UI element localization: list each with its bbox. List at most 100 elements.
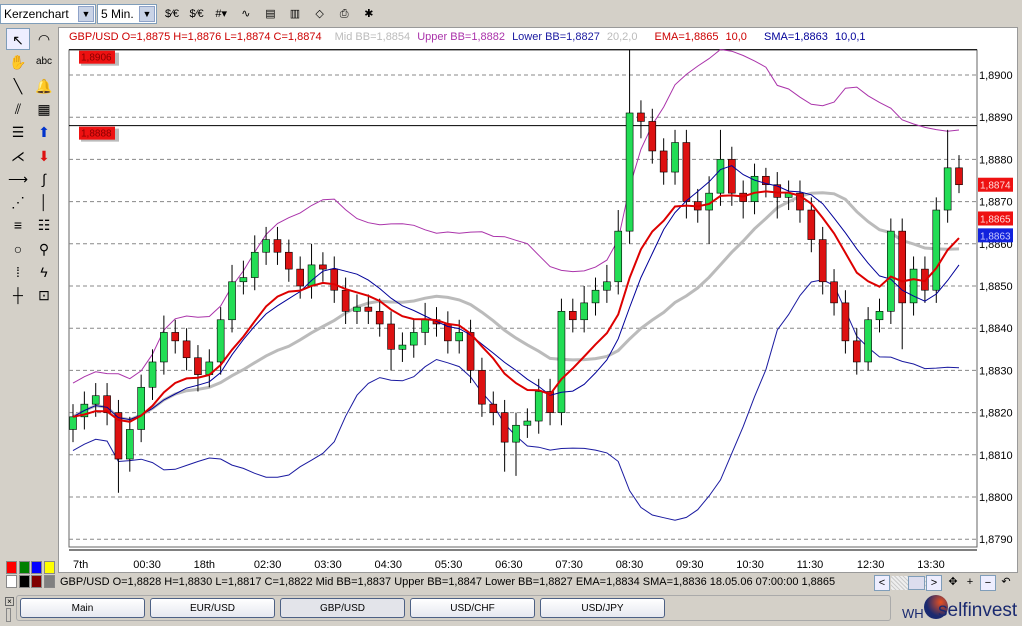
tab-usd-jpy[interactable]: USD/JPY — [540, 598, 665, 618]
lightning-icon[interactable]: ϟ — [32, 261, 56, 283]
candle-body — [614, 230, 623, 283]
candle-body — [262, 239, 270, 253]
scroll-right-button[interactable]: > — [926, 575, 942, 591]
wh-selfinvest-logo: WH selfinvest — [900, 593, 1018, 623]
y-tick-label: 1,8890 — [979, 112, 1013, 124]
candle-body — [887, 230, 895, 312]
fan-icon[interactable]: ⋌ — [6, 145, 30, 167]
candle-body — [932, 209, 941, 291]
gann-fan-icon[interactable]: ⋰ — [6, 191, 30, 213]
wave-icon[interactable]: ∫ — [32, 168, 56, 190]
candle-body — [682, 142, 691, 202]
candle-body — [330, 268, 339, 291]
price-label-text: 1,8888 — [81, 129, 112, 140]
y-tick-label: 1,8810 — [979, 450, 1013, 462]
candle-body — [659, 150, 668, 173]
zoom-window-icon[interactable]: ⊡ — [32, 284, 56, 306]
x-tick-label: 12:30 — [857, 559, 885, 571]
sell-arrow-icon[interactable]: ⬇ — [32, 145, 56, 167]
x-tick-label: 09:30 — [676, 559, 704, 571]
chart-panel[interactable]: GBP/USD O=1,8875 H=1,8876 L=1,8874 C=1,8… — [58, 27, 1018, 573]
line-icon[interactable]: ╲ — [6, 75, 30, 97]
parallel-lines-icon[interactable]: ⫽ — [6, 98, 30, 120]
pointer-icon[interactable]: ↖ — [6, 28, 30, 50]
candle-body — [875, 311, 884, 321]
chevron-down-icon[interactable]: ▼ — [78, 6, 94, 22]
chart-template-icon[interactable]: ▥ — [284, 4, 306, 24]
fibonacci-icon[interactable]: ≡ — [6, 214, 30, 236]
circle-icon[interactable]: ○ — [6, 238, 30, 260]
print-icon[interactable]: ⎙ — [333, 4, 355, 24]
interval-select[interactable]: 5 Min. ▼ — [97, 4, 157, 24]
tab-eur-usd[interactable]: EUR/USD — [150, 598, 275, 618]
candle-body — [319, 264, 327, 270]
scrollbar-thumb[interactable] — [908, 576, 925, 590]
tab-main[interactable]: Main — [20, 598, 145, 618]
candle-body — [671, 142, 679, 173]
hand-icon[interactable]: ✋ — [6, 51, 30, 73]
candlestick-chart[interactable]: 1,89001,88901,88801,88701,88601,88501,88… — [59, 28, 1019, 574]
candle-body — [500, 412, 509, 443]
price-label-text: 1,8906 — [81, 53, 112, 64]
y-tick-label: 1,8840 — [979, 323, 1013, 335]
indicator-icon[interactable]: ∿ — [235, 4, 257, 24]
x-tick-label: 11:30 — [797, 559, 824, 571]
bell-icon[interactable]: 🔔 — [32, 75, 56, 97]
fibonacci-extension-icon[interactable]: ☷ — [32, 214, 56, 236]
zoom-in-button[interactable]: + — [962, 575, 978, 591]
color-swatch[interactable] — [6, 561, 17, 574]
candle-body — [807, 209, 816, 240]
vertical-line-icon[interactable]: │ — [32, 191, 56, 213]
candle-body — [955, 167, 963, 186]
dollar-euro-alt-icon[interactable]: $⁄€ — [186, 4, 208, 24]
color-swatch[interactable] — [6, 575, 17, 588]
price-tag-text: 1,8865 — [980, 214, 1011, 225]
horizontal-ray-icon[interactable]: ⟶ — [6, 168, 30, 190]
horizontal-lines-icon[interactable]: ☰ — [6, 121, 30, 143]
color-swatch[interactable] — [31, 575, 42, 588]
candle-body — [728, 159, 736, 194]
move-icon[interactable]: ✥ — [945, 575, 961, 591]
candle-body — [250, 251, 259, 278]
buy-arrow-icon[interactable]: ⬆ — [32, 121, 56, 143]
candle-body — [91, 395, 100, 405]
tab-usd-chf[interactable]: USD/CHF — [410, 598, 535, 618]
candle-body — [296, 268, 304, 287]
grid-icon[interactable]: #▾ — [210, 4, 232, 24]
candle-body — [239, 277, 248, 283]
zoom-out-button[interactable]: − — [980, 575, 996, 591]
calculator-icon[interactable]: ▦ — [32, 98, 56, 120]
y-tick-label: 1,8900 — [979, 70, 1013, 82]
close-icon[interactable]: × — [5, 597, 14, 606]
candle-body — [591, 289, 600, 304]
settings-icon[interactable]: ✱ — [358, 4, 380, 24]
crosshair-icon[interactable]: ┼ — [6, 284, 30, 306]
candle-body — [421, 319, 429, 333]
color-swatch[interactable] — [18, 561, 30, 574]
x-tick-label: 00:30 — [133, 559, 161, 571]
candle-body — [637, 112, 645, 122]
eraser-icon[interactable]: ◇ — [309, 4, 331, 24]
text-icon[interactable]: abc — [32, 51, 56, 73]
candle-body — [852, 340, 861, 363]
rainbow-icon[interactable]: ◠ — [32, 28, 56, 50]
x-tick-label: 7th — [73, 559, 88, 571]
drawing-tools-panel: ↖ ◠ ✋ abc ╲ 🔔 ⫽ ▦ ☰ ⬆ ⋌ ⬇ ⟶ ∫ ⋰ │ ≡ ☷ ○ ⚲ ⁞ ϟ ┼ ⊡ — [5, 27, 57, 317]
dollar-euro-icon[interactable]: $⁄€ — [161, 4, 183, 24]
color-swatch[interactable] — [43, 575, 55, 588]
candle-body — [943, 167, 952, 211]
indicator-green-icon[interactable]: ▤ — [259, 4, 281, 24]
color-swatch[interactable] — [43, 561, 55, 574]
vertical-grid-icon[interactable]: ⁞ — [6, 261, 30, 283]
splitter-handle[interactable] — [6, 608, 11, 622]
tab-gbp-usd[interactable]: GBP/USD — [280, 598, 405, 618]
color-swatch[interactable] — [18, 575, 30, 588]
undo-icon[interactable]: ↶ — [998, 575, 1014, 591]
candle-body — [285, 251, 293, 270]
chevron-down-icon[interactable]: ▼ — [139, 6, 155, 22]
chart-type-select[interactable]: Kerzenchart ▼ — [0, 4, 96, 24]
scroll-left-button[interactable]: < — [874, 575, 890, 591]
zoom-icon[interactable]: ⚲ — [32, 238, 56, 260]
y-tick-label: 1,8790 — [979, 534, 1013, 546]
color-swatch[interactable] — [31, 561, 42, 574]
